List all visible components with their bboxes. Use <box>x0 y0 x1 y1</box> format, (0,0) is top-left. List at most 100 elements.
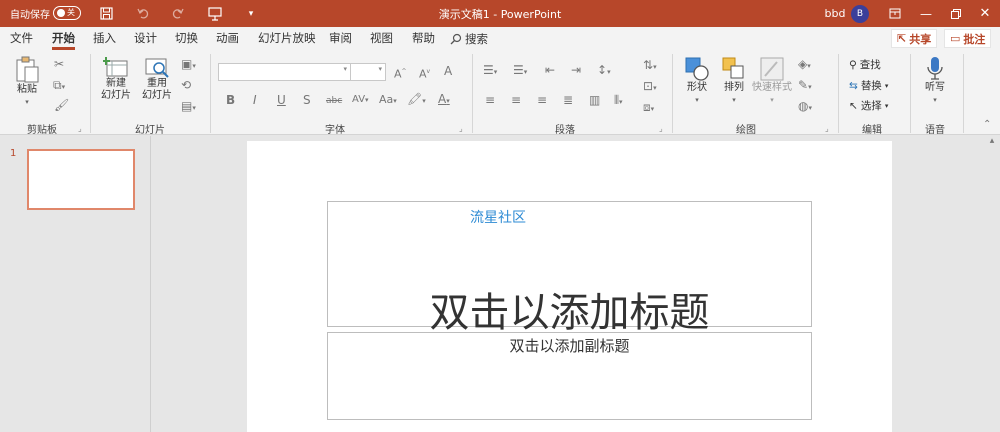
distributed-icon[interactable]: ▥ <box>589 93 600 107</box>
dictate-button[interactable]: 听写 ▾ <box>918 56 952 106</box>
bold-button[interactable]: B <box>226 93 235 107</box>
undo-icon[interactable] <box>134 0 152 27</box>
shapes-label: 形状 <box>687 82 707 93</box>
change-case-button[interactable]: Aa▾ <box>379 93 397 108</box>
close-icon[interactable]: ✕ <box>975 0 995 27</box>
ribbon-tabs: 文件 开始 插入 设计 切换 动画 幻灯片放映 审阅 视图 帮助 搜索 ⇱ 共享… <box>0 27 1000 50</box>
group-label-slides: 幻灯片 <box>135 125 165 136</box>
tab-insert[interactable]: 插入 <box>93 27 116 50</box>
tab-transitions[interactable]: 切换 <box>175 27 198 50</box>
grow-font-icon[interactable]: A^ <box>394 65 407 82</box>
group-divider <box>210 54 211 133</box>
highlight-icon[interactable]: 🖍▾ <box>407 92 426 108</box>
decrease-indent-icon[interactable]: ⇤ <box>545 63 555 77</box>
reset-icon[interactable]: ⟲ <box>181 78 191 92</box>
columns-icon[interactable]: ⫴▾ <box>614 93 623 109</box>
scroll-up-icon[interactable]: ▴ <box>984 136 1000 148</box>
underline-button[interactable]: U <box>277 93 286 107</box>
share-button[interactable]: ⇱ 共享 <box>891 29 938 48</box>
save-icon[interactable] <box>97 0 115 27</box>
toggle-knob <box>57 9 65 17</box>
shapes-button[interactable]: 形状 ▾ <box>681 56 713 106</box>
format-painter-icon[interactable]: 🖌 <box>54 98 69 112</box>
title-placeholder[interactable]: 流星社区 双击以添加标题 <box>327 201 812 336</box>
justify-icon[interactable]: ≣ <box>563 93 573 107</box>
group-label-clipboard: 剪贴板 <box>27 125 57 136</box>
numbering-icon[interactable]: ☰▾ <box>513 63 527 79</box>
autosave-toggle[interactable]: 关 <box>53 6 81 20</box>
slide-thumbnail[interactable] <box>27 149 135 210</box>
comments-button[interactable]: ▭ 批注 <box>944 29 992 48</box>
restore-icon[interactable] <box>946 0 966 27</box>
shape-outline-icon[interactable]: ✎▾ <box>798 78 812 94</box>
strikethrough-button[interactable]: abc <box>326 94 342 108</box>
tab-file[interactable]: 文件 <box>10 27 33 50</box>
font-color-icon[interactable]: A▾ <box>438 92 450 108</box>
group-divider <box>672 54 673 133</box>
char-spacing-button[interactable]: AV▾ <box>352 93 369 107</box>
drawing-launcher-icon[interactable]: ⌟ <box>825 124 829 133</box>
search-icon <box>450 33 462 44</box>
ribbon-display-icon[interactable] <box>885 0 905 27</box>
clear-format-icon[interactable]: A <box>444 64 452 78</box>
comments-label: 批注 <box>963 32 986 46</box>
reuse-slides-button[interactable]: 重用 幻灯片 <box>139 56 175 102</box>
tab-help[interactable]: 帮助 <box>412 27 435 50</box>
line-spacing-icon[interactable]: ↕▾ <box>597 63 611 79</box>
tab-slideshow[interactable]: 幻灯片放映 <box>258 27 316 50</box>
shape-fill-icon[interactable]: ◈▾ <box>798 57 811 73</box>
quick-styles-button[interactable]: 快速样式 ▾ <box>752 56 792 106</box>
customize-icon[interactable]: ▾ <box>244 0 258 27</box>
group-divider <box>963 54 964 133</box>
find-button[interactable]: ⚲ 查找 <box>849 57 881 72</box>
shape-effects-icon[interactable]: ◍▾ <box>798 99 812 115</box>
group-label-font: 字体 <box>325 125 345 136</box>
layout-icon[interactable]: ▣▾ <box>181 57 196 73</box>
find-label: 查找 <box>859 59 881 71</box>
user-name[interactable]: bbd <box>824 0 846 27</box>
search-box[interactable]: 搜索 <box>450 27 488 50</box>
align-center-icon[interactable]: ≡ <box>511 93 521 107</box>
subtitle-placeholder[interactable]: 双击以添加副标题 <box>327 332 812 420</box>
font-name-dropdown[interactable]: ▾ <box>218 63 351 81</box>
avatar[interactable]: B <box>851 5 869 23</box>
paste-button[interactable]: 粘贴 ▾ <box>12 56 42 108</box>
replace-label: 替换 <box>860 80 882 92</box>
ribbon-home: 粘贴 ▾ ✂ ⧉▾ 🖌 剪贴板 ⌟ 新建 幻灯片 重用 幻灯片 ▣▾ ⟲ ▤▾ … <box>0 50 1000 136</box>
italic-button[interactable]: I <box>253 93 257 107</box>
align-text-icon[interactable]: ⊡▾ <box>643 79 657 95</box>
cut-icon[interactable]: ✂ <box>54 57 64 71</box>
slide-number: 1 <box>10 148 17 159</box>
present-icon[interactable] <box>205 0 225 27</box>
text-direction-icon[interactable]: ⇅▾ <box>643 58 657 74</box>
collapse-ribbon-icon[interactable]: ⌃ <box>983 118 991 132</box>
paste-label: 粘贴 <box>17 84 37 95</box>
tab-home[interactable]: 开始 <box>52 27 75 50</box>
shrink-font-icon[interactable]: Av <box>419 65 430 82</box>
shadow-button[interactable]: S <box>303 93 311 107</box>
document-title: 演示文稿1 - PowerPoint <box>438 7 562 21</box>
clipboard-launcher-icon[interactable]: ⌟ <box>78 124 82 133</box>
tab-design[interactable]: 设计 <box>134 27 157 50</box>
align-right-icon[interactable]: ≡ <box>537 93 547 107</box>
new-slide-button[interactable]: 新建 幻灯片 <box>98 56 134 102</box>
copy-icon[interactable]: ⧉▾ <box>53 78 65 94</box>
bullets-icon[interactable]: ☰▾ <box>483 63 497 79</box>
align-left-icon[interactable]: ≡ <box>485 93 495 107</box>
font-launcher-icon[interactable]: ⌟ <box>459 124 463 133</box>
tab-animations[interactable]: 动画 <box>216 27 239 50</box>
minimize-icon[interactable]: — <box>916 0 936 27</box>
smartart-icon[interactable]: ⧈▾ <box>643 100 654 116</box>
tab-view[interactable]: 视图 <box>370 27 393 50</box>
arrange-button[interactable]: 排列 ▾ <box>718 56 750 106</box>
slide-canvas[interactable]: 流星社区 双击以添加标题 双击以添加副标题 <box>247 141 892 432</box>
redo-icon[interactable] <box>168 0 186 27</box>
replace-button[interactable]: ⇆ 替换 ▾ <box>849 78 888 93</box>
select-button[interactable]: ↖ 选择 ▾ <box>849 98 888 113</box>
section-icon[interactable]: ▤▾ <box>181 99 196 115</box>
paragraph-launcher-icon[interactable]: ⌟ <box>659 124 663 133</box>
font-size-dropdown[interactable]: ▾ <box>350 63 386 81</box>
tab-review[interactable]: 审阅 <box>329 27 352 50</box>
new-slide-label-2: 幻灯片 <box>101 90 131 101</box>
increase-indent-icon[interactable]: ⇥ <box>571 63 581 77</box>
